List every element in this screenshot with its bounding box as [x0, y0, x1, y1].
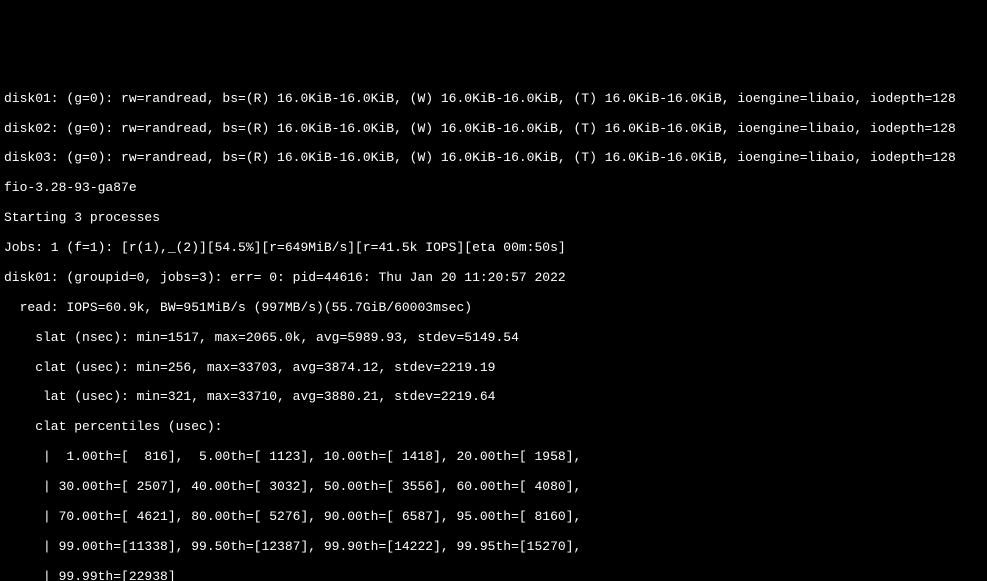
fio-clat-percentile-row1: | 1.00th=[ 816], 5.00th=[ 1123], 10.00th…	[4, 450, 983, 465]
fio-progress-line: Jobs: 1 (f=1): [r(1),_(2)][54.5%][r=649M…	[4, 241, 983, 256]
fio-job-definition-disk03: disk03: (g=0): rw=randread, bs=(R) 16.0K…	[4, 151, 983, 166]
fio-clat: clat (usec): min=256, max=33703, avg=387…	[4, 361, 983, 376]
fio-read-summary: read: IOPS=60.9k, BW=951MiB/s (997MB/s)(…	[4, 301, 983, 316]
fio-lat: lat (usec): min=321, max=33710, avg=3880…	[4, 390, 983, 405]
fio-version: fio-3.28-93-ga87e	[4, 181, 983, 196]
terminal-output: disk01: (g=0): rw=randread, bs=(R) 16.0K…	[0, 75, 987, 581]
fio-clat-percentiles-header: clat percentiles (usec):	[4, 420, 983, 435]
fio-clat-percentile-row4: | 99.00th=[11338], 99.50th=[12387], 99.9…	[4, 540, 983, 555]
fio-job-definition-disk01: disk01: (g=0): rw=randread, bs=(R) 16.0K…	[4, 92, 983, 107]
fio-slat: slat (nsec): min=1517, max=2065.0k, avg=…	[4, 331, 983, 346]
fio-clat-percentile-row2: | 30.00th=[ 2507], 40.00th=[ 3032], 50.0…	[4, 480, 983, 495]
fio-job-definition-disk02: disk02: (g=0): rw=randread, bs=(R) 16.0K…	[4, 122, 983, 137]
fio-clat-percentile-row5: | 99.99th=[22938]	[4, 570, 983, 581]
fio-clat-percentile-row3: | 70.00th=[ 4621], 80.00th=[ 5276], 90.0…	[4, 510, 983, 525]
fio-job-header: disk01: (groupid=0, jobs=3): err= 0: pid…	[4, 271, 983, 286]
fio-starting-processes: Starting 3 processes	[4, 211, 983, 226]
